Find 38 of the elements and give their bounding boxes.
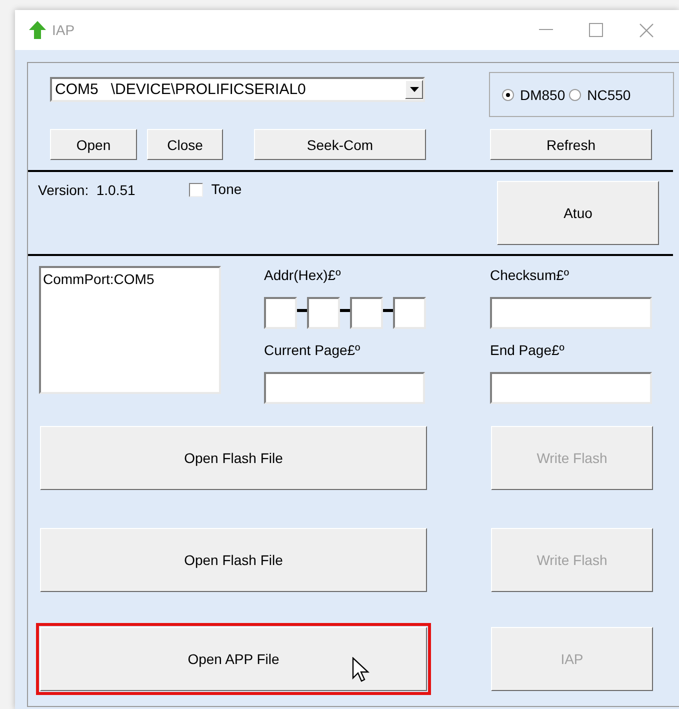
open-file-button[interactable]: Open APP File <box>40 627 427 691</box>
radio-dot[interactable] <box>569 88 582 100</box>
end-page-field[interactable] <box>490 372 652 404</box>
model-radio[interactable]: DM850 <box>502 86 566 102</box>
cursor-icon <box>352 657 370 683</box>
checksum-field[interactable] <box>490 297 652 329</box>
model-radio[interactable]: NC550 <box>569 86 631 102</box>
port-button[interactable]: Seek-Com <box>254 129 426 160</box>
addr-field[interactable] <box>264 297 297 329</box>
current-page-field[interactable] <box>264 372 425 404</box>
addr-field[interactable] <box>350 297 383 329</box>
current-page-label: Current Page£º <box>264 341 362 360</box>
tone-label: Tone <box>211 181 242 197</box>
window-title: IAP <box>52 22 75 38</box>
separator-mark <box>297 308 307 312</box>
minimize-icon <box>539 29 553 31</box>
open-file-button[interactable]: Open Flash File <box>40 426 427 490</box>
open-file-button[interactable]: Open Flash File <box>40 528 427 592</box>
checksum-label: Checksum£º <box>490 266 570 285</box>
up-arrow-icon <box>29 21 46 39</box>
radio-dot[interactable] <box>502 88 514 100</box>
separator-mark <box>340 308 350 312</box>
addr-label: Addr(Hex)£º <box>264 266 342 285</box>
addr-field[interactable] <box>393 297 426 329</box>
port-button[interactable]: Close <box>147 129 223 160</box>
caret-icon <box>410 87 418 92</box>
close-icon <box>638 22 654 38</box>
auto-button[interactable]: Atuo <box>497 181 659 245</box>
log-line: CommPort:COM5 <box>43 271 156 287</box>
refresh-button[interactable]: Refresh <box>490 129 652 160</box>
maximize-icon <box>589 23 603 37</box>
addr-field[interactable] <box>307 297 340 329</box>
version-text: Version: 1.0.51 <box>38 182 136 198</box>
tone-checkbox[interactable] <box>189 183 204 197</box>
port-dropdown[interactable]: COM5 \DEVICE\PROLIFICSERIAL0 <box>50 77 425 102</box>
end-page-label: End Page£º <box>490 341 566 360</box>
port-button[interactable]: Open <box>50 129 137 160</box>
separator-mark <box>383 308 393 312</box>
